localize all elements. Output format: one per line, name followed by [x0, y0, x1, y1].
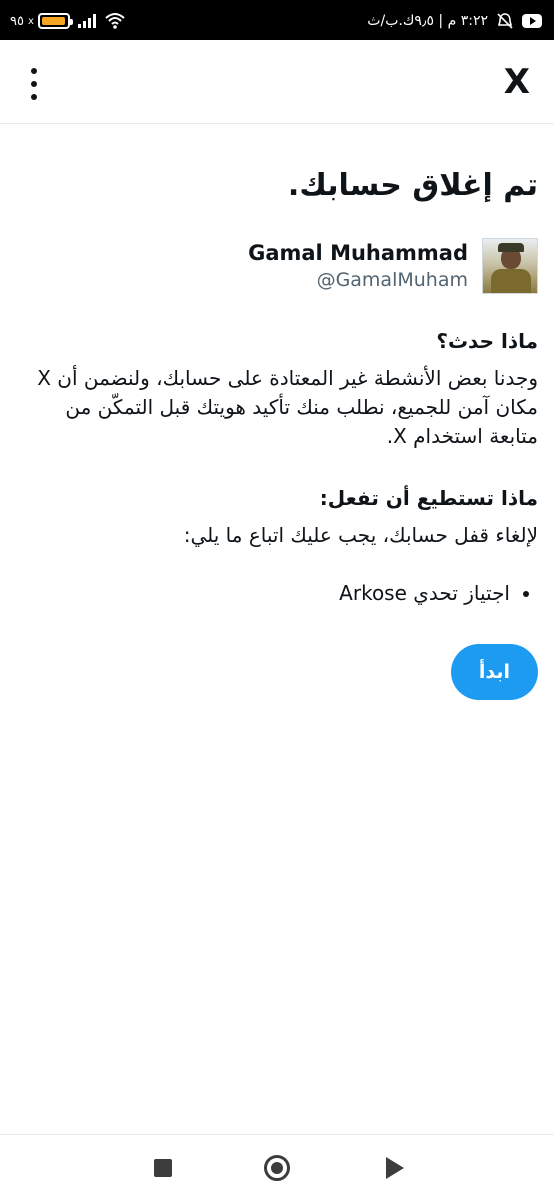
status-bar-left: ٩٥ x [10, 10, 126, 32]
signal-icon [77, 14, 96, 28]
youtube-icon [522, 14, 542, 28]
battery-x-mark: x [27, 15, 34, 27]
recents-square-icon[interactable] [154, 1159, 172, 1177]
wifi-icon [105, 13, 125, 29]
status-bar-right: ٣:٢٢ م | ٩٫٥ك.ب/ث [367, 10, 542, 32]
avatar [482, 238, 538, 294]
status-time: ٣:٢٢ م | ٩٫٥ك.ب/ث [367, 13, 488, 29]
notifications-muted-icon [497, 13, 513, 29]
list-item: اجتياز تحدي Arkose [18, 578, 510, 608]
account-card: Gamal Muhammad @GamalMuham [18, 238, 538, 294]
what-happened-body: وجدنا بعض الأنشطة غير المعتادة على حسابك… [37, 366, 538, 448]
start-button[interactable]: ابدأ [450, 644, 538, 700]
battery-indicator: ٩٥ x [10, 13, 73, 29]
close-button[interactable]: X [504, 62, 530, 102]
what-to-do-title: ماذا تستطيع أن تفعل: [319, 486, 538, 510]
status-bar: ٩٥ x ٣:٢٢ م | ٩٫٥ك.ب/ث [0, 0, 554, 40]
system-nav-bar [0, 1134, 554, 1200]
steps-list: اجتياز تحدي Arkose [18, 578, 538, 608]
battery-icon [37, 13, 73, 29]
main-content: تم إغلاق حسابك. Gamal Muhammad @GamalMuh… [0, 124, 554, 700]
display-name: Gamal Muhammad [248, 241, 468, 265]
account-names: Gamal Muhammad @GamalMuham [248, 241, 468, 291]
home-circle-icon[interactable] [264, 1155, 290, 1181]
battery-fill [41, 17, 65, 25]
what-happened-title: ماذا حدث؟ [436, 329, 538, 353]
battery-percent: ٩٥ [10, 13, 24, 29]
account-handle: @GamalMuham [316, 269, 468, 291]
app-bar: X [0, 40, 554, 124]
page-title: تم إغلاق حسابك. [287, 168, 538, 203]
more-vertical-icon[interactable] [22, 68, 46, 100]
what-to-do-body: لإلغاء قفل حسابك، يجب عليك اتباع ما يلي: [183, 523, 538, 547]
back-triangle-icon[interactable] [386, 1157, 404, 1179]
